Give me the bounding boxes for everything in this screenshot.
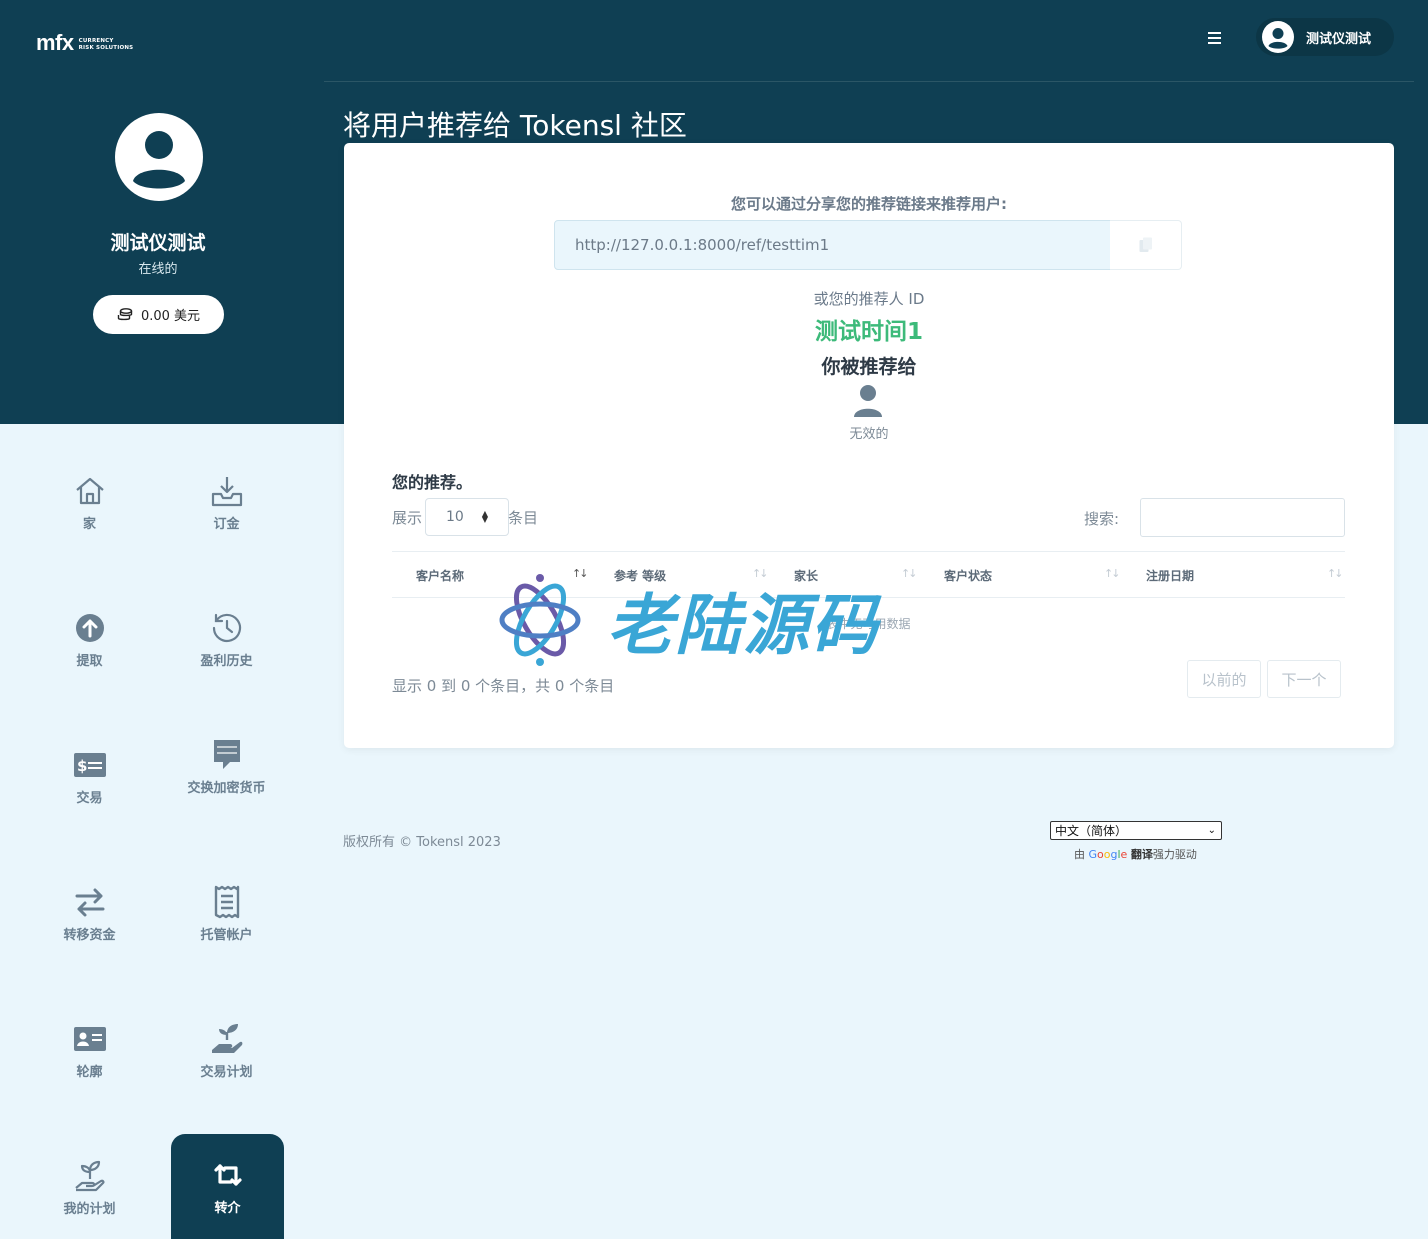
hamburger-icon bbox=[1208, 32, 1221, 34]
powered-by-google[interactable]: 由 Google 翻译强力驱动 bbox=[1074, 846, 1197, 862]
prev-page-button[interactable]: 以前的 bbox=[1187, 660, 1261, 698]
column-client-status[interactable]: 客户状态 bbox=[944, 552, 992, 598]
watermark: 老陆源码 bbox=[497, 572, 937, 668]
chat-icon bbox=[213, 740, 240, 769]
chevron-down-icon: ⌄ bbox=[1207, 825, 1216, 836]
sort-icon[interactable]: ↑↓ bbox=[1104, 567, 1121, 580]
nav-item-withdraw[interactable]: 提取 bbox=[33, 609, 146, 713]
google-logo: Google bbox=[1088, 848, 1128, 861]
id-card-icon bbox=[73, 1027, 106, 1051]
sort-icon[interactable]: ↑↓ bbox=[1327, 567, 1344, 580]
nav-item-exchange-crypto[interactable]: 交换加密货币 bbox=[170, 736, 283, 840]
balance-value: 0.00 美元 bbox=[140, 309, 201, 324]
nav-item-referral[interactable]: 转介 bbox=[171, 1134, 284, 1239]
user-avatar-icon bbox=[1262, 21, 1294, 53]
seedling-icon bbox=[74, 1160, 104, 1192]
balance-button[interactable]: 0.00 美元 bbox=[93, 295, 224, 334]
atom-logo-icon bbox=[499, 574, 581, 666]
transfer-icon bbox=[75, 888, 104, 917]
menu-toggle-button[interactable] bbox=[1208, 28, 1230, 48]
column-client-name[interactable]: 客户名称 bbox=[416, 552, 464, 598]
nav-item-my-plan[interactable]: 我的计划 bbox=[33, 1157, 146, 1239]
withdraw-icon bbox=[75, 614, 104, 642]
my-referrals-title: 您的推荐。 bbox=[392, 473, 473, 492]
nav-item-home[interactable]: 家 bbox=[33, 472, 146, 576]
share-link-label: 您可以通过分享您的推荐链接来推荐用户: bbox=[730, 195, 1007, 213]
logo-main: mfx bbox=[36, 30, 74, 55]
history-icon bbox=[212, 613, 241, 643]
copy-icon bbox=[1139, 237, 1152, 252]
page-size-select[interactable]: 10 ▲ ▼ bbox=[425, 498, 509, 536]
referred-by-label: 你被推荐给 bbox=[821, 356, 917, 378]
coins-icon bbox=[117, 307, 133, 320]
nav-item-trade[interactable]: $ 交易 bbox=[33, 746, 146, 850]
next-page-button[interactable]: 下一个 bbox=[1267, 660, 1341, 698]
copyright: 版权所有 © Tokensl 2023 bbox=[343, 835, 501, 850]
show-entries-label: 展示 bbox=[392, 509, 423, 527]
referrer-status: 无效的 bbox=[849, 427, 889, 442]
nav-item-trading-plan[interactable]: 交易计划 bbox=[170, 1020, 283, 1124]
referral-id-value: 测试时间1 bbox=[814, 319, 923, 345]
money-icon: $ bbox=[73, 753, 106, 777]
referral-id-label: 或您的推荐人 ID bbox=[813, 290, 925, 308]
deposit-icon bbox=[211, 477, 242, 507]
search-input[interactable] bbox=[1140, 498, 1345, 537]
svg-text:$: $ bbox=[77, 757, 87, 775]
header-user-name: 测试仪测试 bbox=[1306, 31, 1372, 47]
nav-item-profit-history[interactable]: 盈利历史 bbox=[170, 609, 283, 713]
referral-link-field[interactable]: http://127.0.0.1:8000/ref/testtim1 bbox=[554, 220, 1112, 270]
plant-hand-icon bbox=[211, 1024, 242, 1053]
entries-label: 条目 bbox=[508, 509, 539, 527]
receipt-icon bbox=[214, 885, 239, 919]
user-menu-button[interactable]: 测试仪测试 bbox=[1256, 18, 1394, 56]
sort-select-icon: ▲ ▼ bbox=[481, 509, 488, 524]
table-info: 显示 0 到 0 个条目，共 0 个条目 bbox=[392, 677, 615, 695]
profile-name: 测试仪测试 bbox=[110, 232, 206, 254]
referrer-user-icon bbox=[854, 385, 882, 417]
nav-item-profile[interactable]: 轮廓 bbox=[33, 1020, 146, 1124]
retweet-icon bbox=[213, 1164, 242, 1186]
copy-link-button[interactable] bbox=[1110, 220, 1182, 270]
logo-sub: CURRENCY RISK SOLUTIONS bbox=[78, 38, 134, 51]
nav-item-transfer-funds[interactable]: 转移资金 bbox=[33, 883, 146, 987]
home-icon bbox=[75, 477, 104, 505]
profile-avatar-icon bbox=[115, 113, 203, 201]
brand-logo[interactable]: mfx CURRENCY RISK SOLUTIONS bbox=[36, 30, 133, 56]
nav-item-deposit[interactable]: 订金 bbox=[170, 472, 283, 576]
nav-item-custody-account[interactable]: 托管帐户 bbox=[170, 883, 283, 987]
page-title: 将用户推荐给 Tokensl 社区 bbox=[343, 109, 687, 142]
search-label: 搜索: bbox=[1084, 510, 1120, 528]
language-select[interactable]: 中文（简体） ⌄ bbox=[1050, 821, 1222, 840]
profile-status: 在线的 bbox=[138, 262, 178, 277]
column-registration-date[interactable]: 注册日期 bbox=[1146, 552, 1194, 598]
header-divider bbox=[324, 81, 1414, 82]
